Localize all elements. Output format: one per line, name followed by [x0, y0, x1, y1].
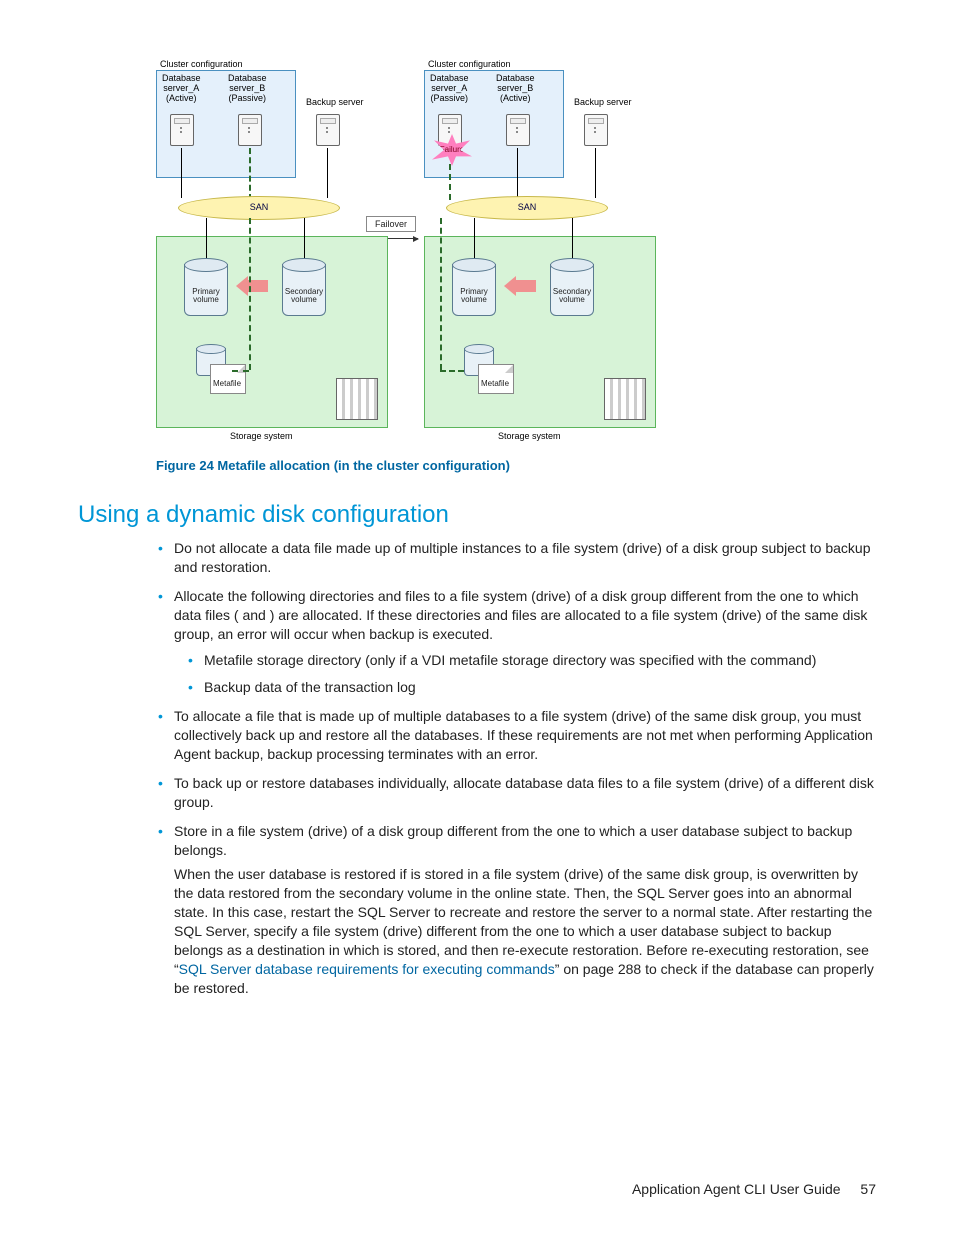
footer-title: Application Agent CLI User Guide [632, 1181, 841, 1197]
bullet-text: Store in a file system (drive) of a disk… [174, 823, 852, 858]
bullet-item: To allocate a file that is made up of mu… [174, 707, 876, 764]
secondary-volume-left: Secondary volume [282, 258, 326, 316]
metafile-doc-right: Metafile [478, 364, 514, 394]
metafile-doc-left: Metafile [210, 364, 246, 394]
sync-arrow-icon [504, 276, 540, 296]
figure-diagram: Cluster configuration Database server_A … [156, 58, 876, 450]
storage-right-label: Storage system [498, 432, 561, 442]
section-heading: Using a dynamic disk configuration [78, 501, 876, 529]
primary-volume-left: Primary volume [184, 258, 228, 316]
left-backup-label: Backup server [306, 98, 364, 108]
left-server-a-label: Database server_A (Active) [162, 74, 201, 104]
disk-array-icon [604, 378, 646, 420]
sub-bullet-item: Backup data of the transaction log [204, 678, 876, 697]
sub-bullet-item: Metafile storage directory (only if a VD… [204, 651, 876, 670]
server-icon [238, 114, 264, 150]
bullet-item: Allocate the following directories and f… [174, 587, 876, 697]
primary-volume-right: Primary volume [452, 258, 496, 316]
server-icon [506, 114, 532, 150]
secondary-volume-right: Secondary volume [550, 258, 594, 316]
cross-reference-link[interactable]: SQL Server database requirements for exe… [179, 961, 555, 977]
server-icon [584, 114, 610, 150]
disk-array-icon [336, 378, 378, 420]
san-right: SAN [446, 196, 608, 220]
server-icon [316, 114, 342, 150]
bullet-item: To back up or restore databases individu… [174, 774, 876, 812]
storage-left-label: Storage system [230, 432, 293, 442]
page-footer: Application Agent CLI User Guide 57 [632, 1181, 876, 1197]
right-server-a-label: Database server_A (Passive) [430, 74, 469, 104]
failover-label: Failover [366, 216, 416, 232]
server-icon [170, 114, 196, 150]
bullet-item: Do not allocate a data file made up of m… [174, 539, 876, 577]
figure-caption: Figure 24 Metafile allocation (in the cl… [156, 458, 876, 473]
left-server-b-label: Database server_B (Passive) [228, 74, 267, 104]
left-cluster-title: Cluster configuration [160, 60, 243, 70]
right-backup-label: Backup server [574, 98, 632, 108]
bullet-text: Allocate the following directories and f… [174, 588, 867, 642]
page-number: 57 [860, 1181, 876, 1197]
sync-arrow-icon [236, 276, 272, 296]
san-left: SAN [178, 196, 340, 220]
right-cluster-title: Cluster configuration [428, 60, 511, 70]
bullet-item: Store in a file system (drive) of a disk… [174, 822, 876, 998]
right-server-b-label: Database server_B (Active) [496, 74, 535, 104]
